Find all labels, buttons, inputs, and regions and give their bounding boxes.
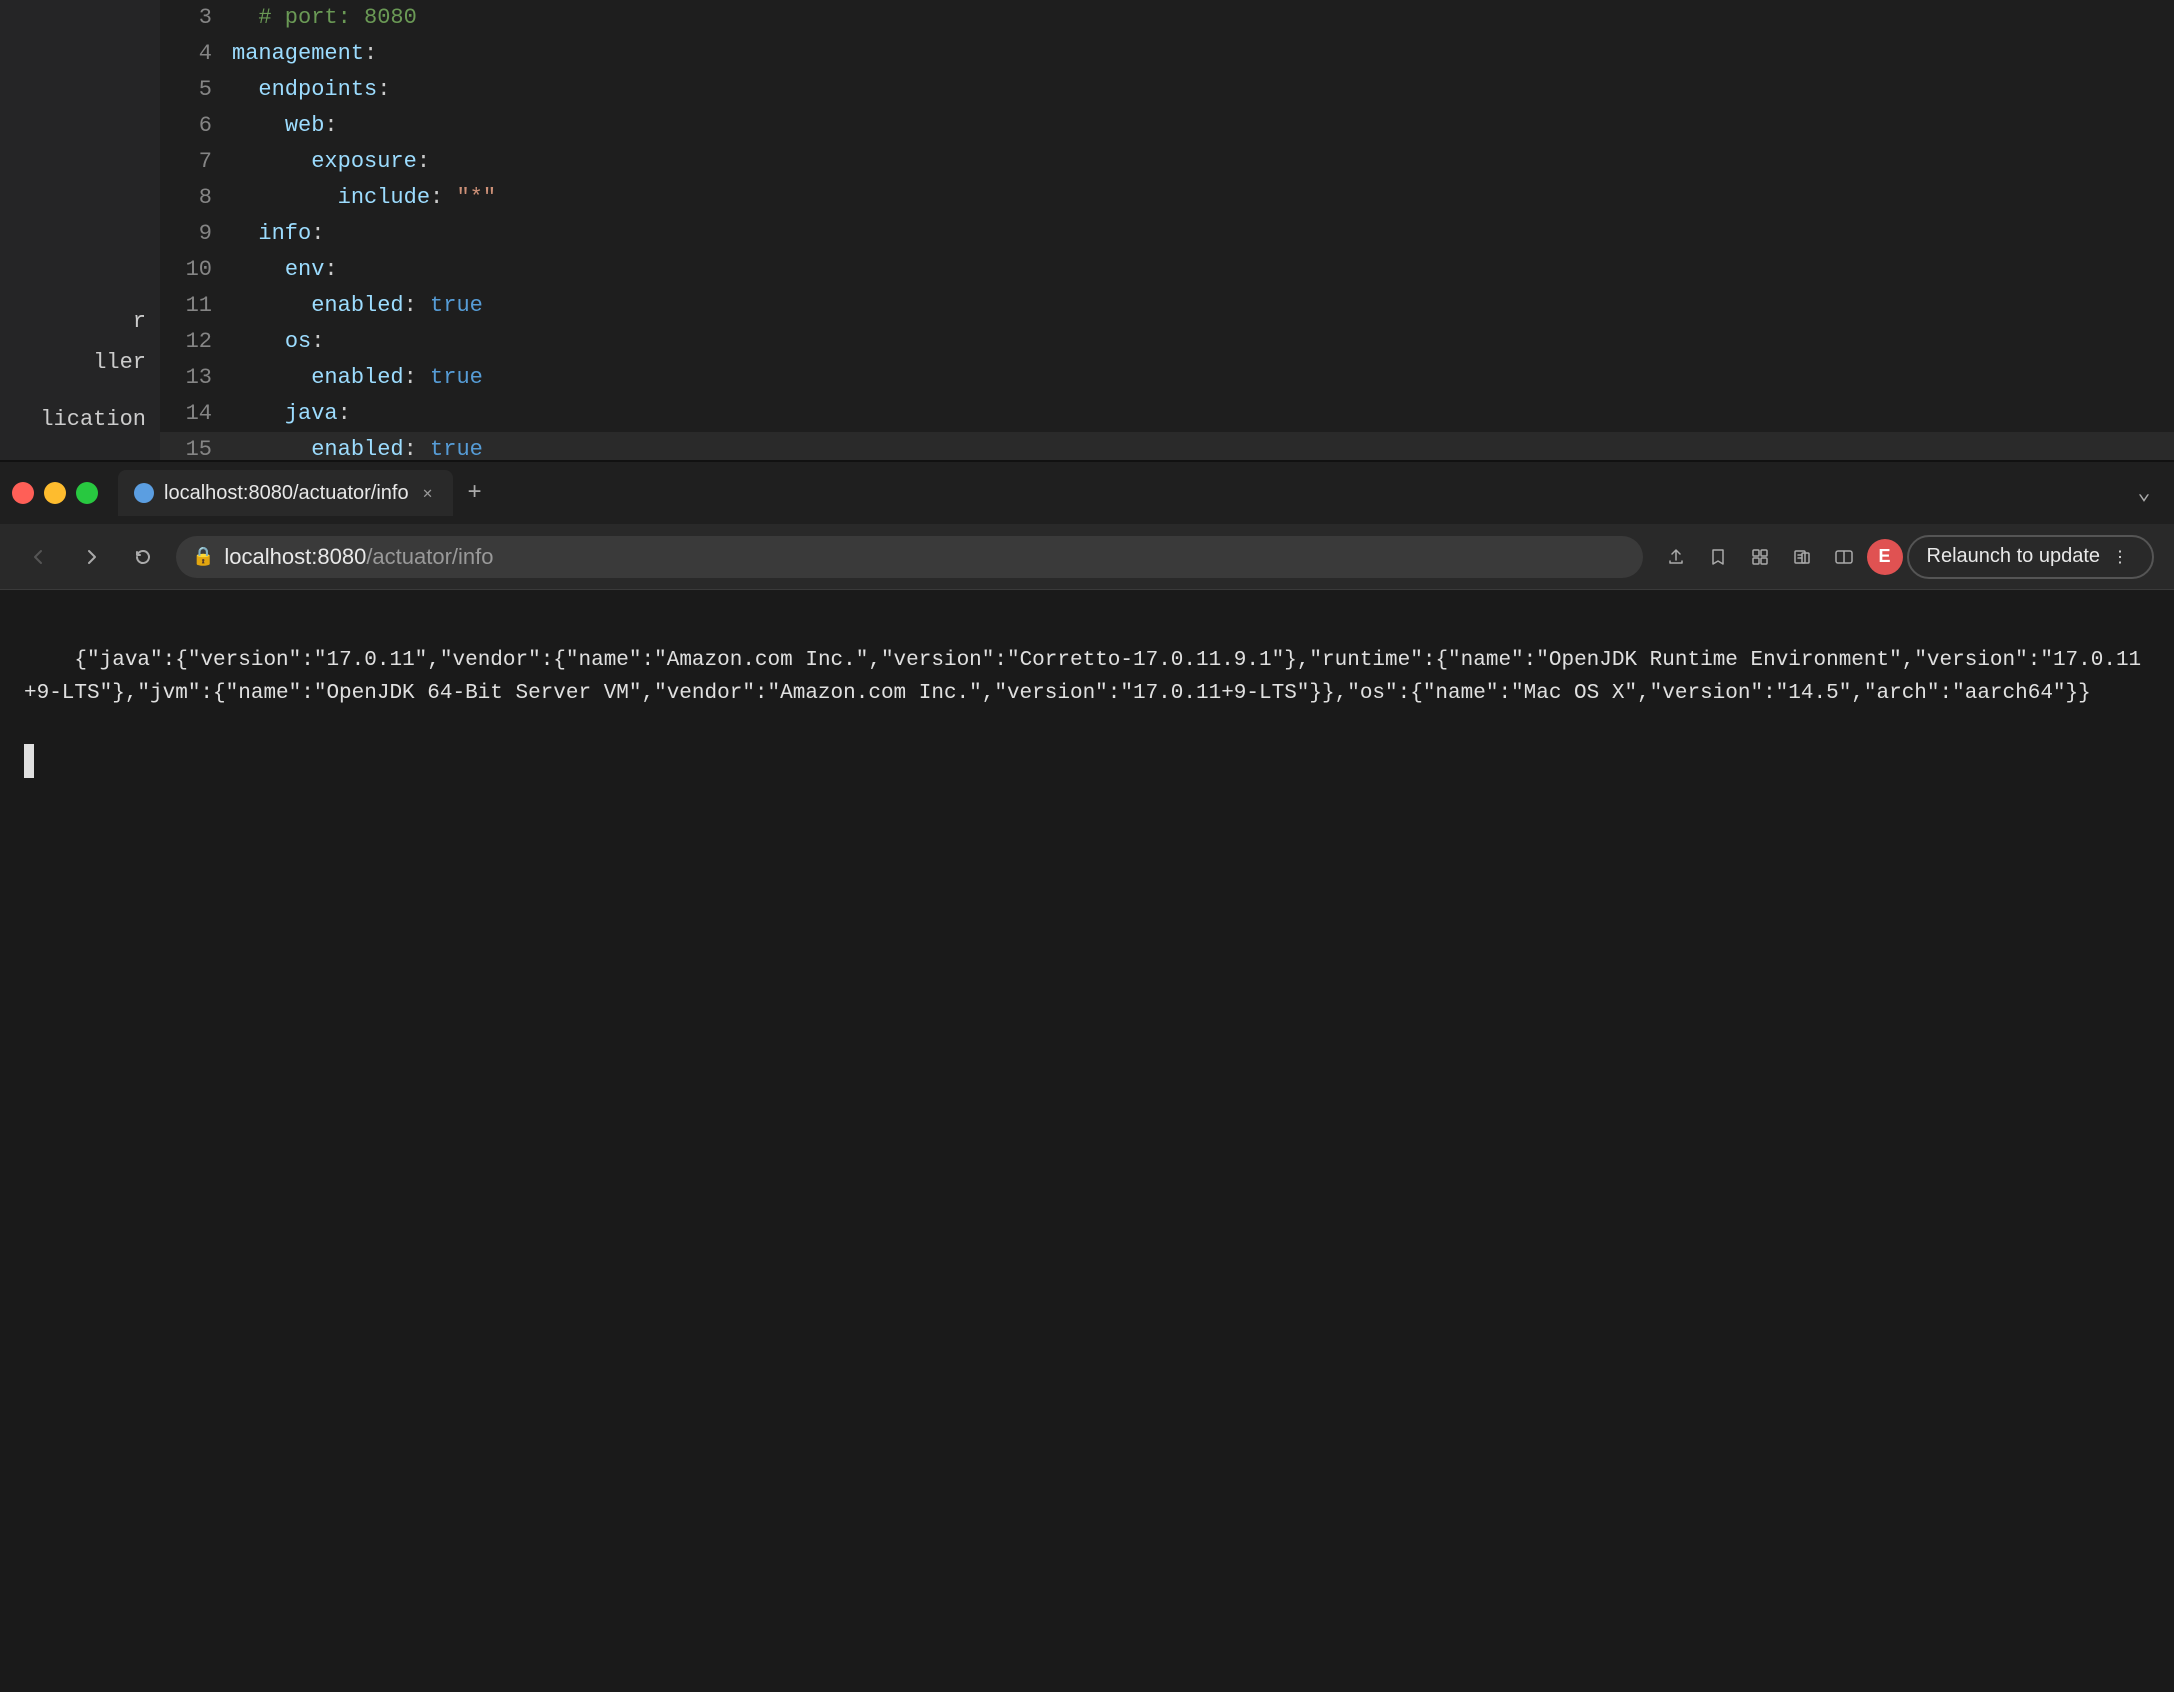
line-content-12: os: [232,324,2174,360]
url-bar[interactable]: 🔒 localhost:8080/actuator/info [176,536,1643,578]
line-num-9: 9 [160,216,232,252]
line-content-3: # port: 8080 [232,0,2174,36]
profile-initial: E [1879,546,1891,567]
address-bar: 🔒 localhost:8080/actuator/info [0,524,2174,590]
line-content-8: include: "*" [232,180,2174,216]
tab-menu-button[interactable]: ⌄ [2126,475,2162,511]
line-content-11: enabled: true [232,288,2174,324]
editor-sidebar: r ller lication [0,0,160,460]
reload-button[interactable] [124,538,162,576]
split-view-icon[interactable] [1825,538,1863,576]
json-content: {"java":{"version":"17.0.11","vendor":{"… [24,649,2141,706]
code-line-12: 12 os: [160,324,2174,360]
line-content-5: endpoints: [232,72,2174,108]
traffic-light-yellow[interactable] [44,482,66,504]
url-host: localhost:8080 [224,544,366,569]
editor-section: r ller lication 3 # port: 8080 4 managem… [0,0,2174,460]
code-line-6: 6 web: [160,108,2174,144]
line-content-14: java: [232,396,2174,432]
line-content-10: env: [232,252,2174,288]
line-content-4: management: [232,36,2174,72]
line-content-13: enabled: true [232,360,2174,396]
sidebar-label-3 [0,383,160,399]
line-num-5: 5 [160,72,232,108]
tab-favicon-icon [134,483,154,503]
line-num-14: 14 [160,396,232,432]
url-text: localhost:8080/actuator/info [224,544,493,570]
back-button[interactable] [20,538,58,576]
sidebar-label-4: lication [0,399,160,440]
relaunch-more-icon[interactable]: ⋮ [2106,543,2134,571]
new-tab-button[interactable]: + [457,475,493,511]
cursor [24,744,34,778]
browser-content: {"java":{"version":"17.0.11","vendor":{"… [0,590,2174,1692]
code-line-10: 10 env: [160,252,2174,288]
code-line-9: 9 info: [160,216,2174,252]
profile-avatar[interactable]: E [1867,539,1903,575]
relaunch-label: Relaunch to update [1927,545,2100,568]
line-num-15: 15 [160,432,232,460]
sidebar-label-2: ller [0,342,160,383]
code-line-3: 3 # port: 8080 [160,0,2174,36]
code-line-14: 14 java: [160,396,2174,432]
traffic-lights [12,482,98,504]
line-num-7: 7 [160,144,232,180]
bookmark-icon[interactable] [1699,538,1737,576]
lock-icon: 🔒 [192,546,214,568]
line-num-4: 4 [160,36,232,72]
line-num-8: 8 [160,180,232,216]
code-lines: 3 # port: 8080 4 management: 5 endpoints… [160,0,2174,460]
line-content-6: web: [232,108,2174,144]
line-num-10: 10 [160,252,232,288]
line-num-11: 11 [160,288,232,324]
editor-main: 3 # port: 8080 4 management: 5 endpoints… [160,0,2174,460]
line-num-3: 3 [160,0,232,36]
reading-list-icon[interactable] [1783,538,1821,576]
line-num-12: 12 [160,324,232,360]
relaunch-button[interactable]: Relaunch to update ⋮ [1907,535,2154,579]
code-line-13: 13 enabled: true [160,360,2174,396]
forward-button[interactable] [72,538,110,576]
code-line-4: 4 management: [160,36,2174,72]
tab-bar: localhost:8080/actuator/info ✕ + ⌄ [0,462,2174,524]
extensions-icon[interactable] [1741,538,1779,576]
share-icon[interactable] [1657,538,1695,576]
code-line-11: 11 enabled: true [160,288,2174,324]
traffic-light-red[interactable] [12,482,34,504]
tab-close-button[interactable]: ✕ [419,484,437,502]
traffic-light-green[interactable] [76,482,98,504]
browser-tab-active[interactable]: localhost:8080/actuator/info ✕ [118,470,453,516]
line-content-9: info: [232,216,2174,252]
toolbar-icons: E Relaunch to update ⋮ [1657,535,2154,579]
line-num-13: 13 [160,360,232,396]
browser-window: localhost:8080/actuator/info ✕ + ⌄ 🔒 [0,460,2174,1692]
tab-title: localhost:8080/actuator/info [164,482,409,505]
line-content-15: enabled: true [232,432,2174,460]
code-line-7: 7 exposure: [160,144,2174,180]
line-num-6: 6 [160,108,232,144]
line-content-7: exposure: [232,144,2174,180]
sidebar-label-1: r [0,301,160,342]
code-line-15: 15 enabled: true [160,432,2174,460]
url-path: /actuator/info [366,544,493,569]
code-line-5: 5 endpoints: [160,72,2174,108]
code-line-8: 8 include: "*" [160,180,2174,216]
